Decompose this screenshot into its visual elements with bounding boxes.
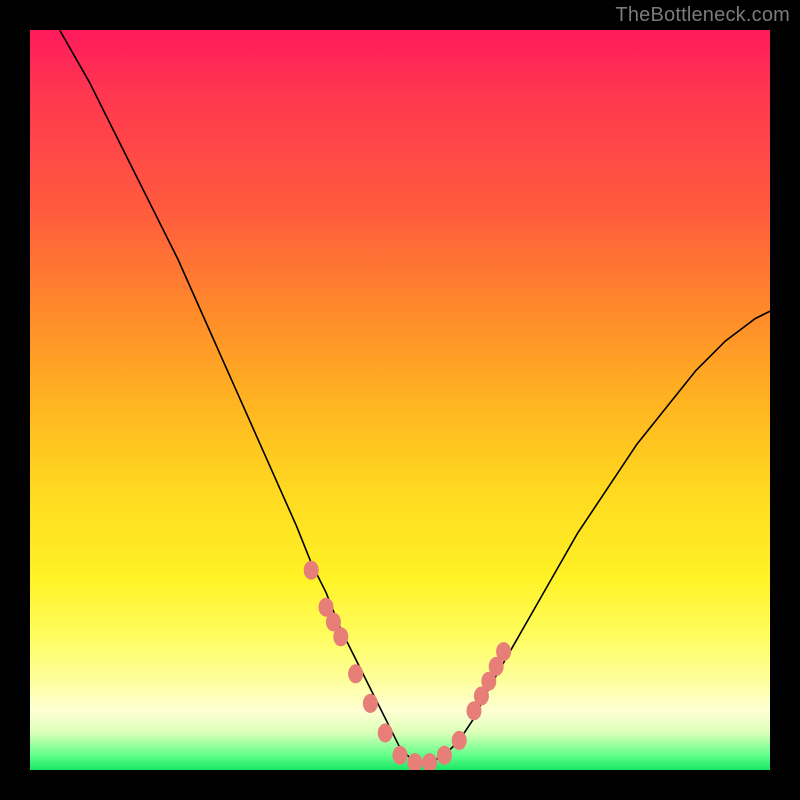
highlight-point [408,754,422,770]
highlight-point [437,746,451,764]
highlight-point [304,561,318,579]
highlight-point [349,665,363,683]
highlight-point [497,643,511,661]
highlight-point [363,694,377,712]
highlight-points-group [304,561,510,770]
highlight-point [423,754,437,770]
highlight-point [393,746,407,764]
highlight-point [378,724,392,742]
bottleneck-curve [60,30,770,763]
chart-frame: TheBottleneck.com [0,0,800,800]
highlight-point [334,628,348,646]
plot-area [30,30,770,770]
curve-svg [30,30,770,770]
highlight-point [452,731,466,749]
watermark-text: TheBottleneck.com [615,4,790,27]
